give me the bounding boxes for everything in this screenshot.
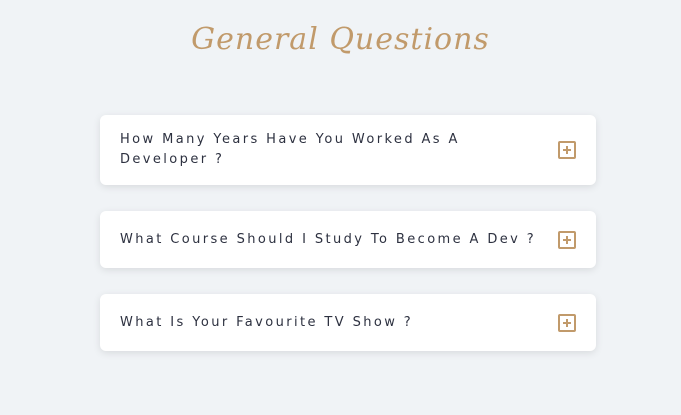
faq-question: How Many Years Have You Worked As A Deve… (120, 132, 460, 167)
faq-question: What Is Your Favourite TV Show ? (120, 314, 414, 330)
plus-square-icon[interactable] (558, 141, 576, 159)
faq-item-course-study[interactable]: What Course Should I Study To Become A D… (100, 211, 596, 268)
plus-square-icon[interactable] (558, 230, 576, 249)
faq-list: How Many Years Have You Worked As A Deve… (0, 0, 681, 415)
faq-item-years-developer[interactable]: How Many Years Have You Worked As A Deve… (100, 115, 596, 185)
plus-square-icon[interactable] (558, 313, 576, 332)
faq-item-favourite-show[interactable]: What Is Your Favourite TV Show ? (100, 294, 596, 351)
faq-question: What Course Should I Study To Become A D… (120, 231, 537, 247)
